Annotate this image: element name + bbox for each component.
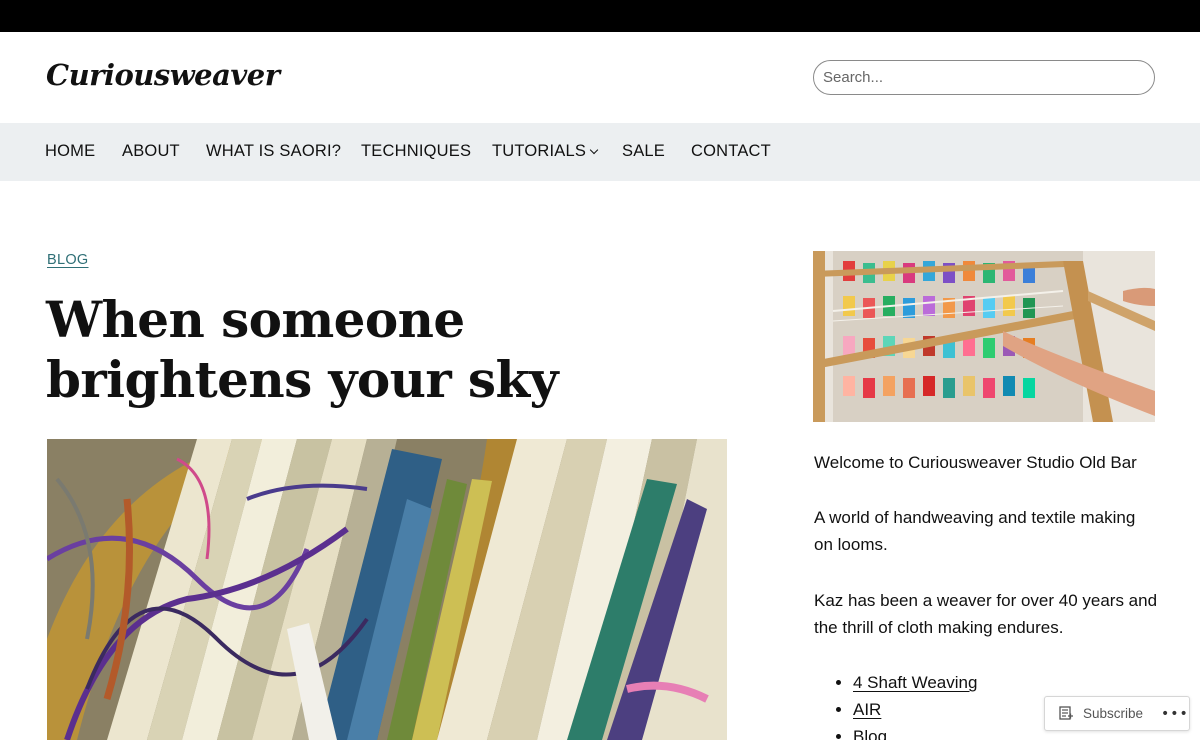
subscribe-widget: Subscribe ••• (1044, 696, 1190, 731)
nav-item-techniques[interactable]: TECHNIQUES (361, 123, 471, 181)
nav-item-about[interactable]: ABOUT (122, 123, 180, 181)
post-title: When someone brightens your sky (46, 290, 559, 409)
featured-image (47, 439, 727, 740)
nav-item-home[interactable]: HOME (45, 123, 95, 181)
sidebar-link-list: 4 Shaft Weaving AIR Blog (834, 669, 977, 740)
list-item: 4 Shaft Weaving (853, 669, 977, 696)
nav-item-sale[interactable]: SALE (622, 123, 665, 181)
sidebar-intro-text: A world of handweaving and textile makin… (814, 508, 1136, 554)
sidebar-link-air[interactable]: AIR (853, 700, 881, 719)
sidebar-link-4-shaft-weaving[interactable]: 4 Shaft Weaving (853, 673, 977, 692)
subscribe-button[interactable]: Subscribe (1083, 697, 1143, 730)
search-input[interactable]: Search... (813, 60, 1155, 95)
sidebar-welcome-text: Welcome to Curiousweaver Studio Old Bar (814, 453, 1137, 472)
list-item: Blog (853, 723, 977, 740)
main-navigation: HOME ABOUT WHAT IS SAORI? TECHNIQUES TUT… (0, 123, 1200, 181)
list-item: AIR (853, 696, 977, 723)
admin-top-bar (0, 0, 1200, 32)
nav-item-contact[interactable]: CONTACT (691, 123, 771, 181)
post-category-link[interactable]: BLOG (47, 252, 89, 268)
nav-item-what-is-saori[interactable]: WHAT IS SAORI? (206, 123, 341, 181)
reader-icon (1059, 706, 1073, 720)
chevron-down-icon (589, 145, 599, 155)
nav-item-tutorials-label: TUTORIALS (492, 142, 587, 160)
site-header: Curiousweaver Search... (0, 32, 1200, 123)
sidebar-bio-text: Kaz has been a weaver for over 40 years … (814, 591, 1158, 637)
sidebar-link-blog[interactable]: Blog (853, 727, 887, 740)
nav-item-tutorials[interactable]: TUTORIALS (492, 123, 599, 181)
ellipsis-icon[interactable]: ••• (1161, 706, 1189, 722)
site-title[interactable]: Curiousweaver (46, 58, 280, 92)
sidebar-loom-image (813, 251, 1155, 422)
